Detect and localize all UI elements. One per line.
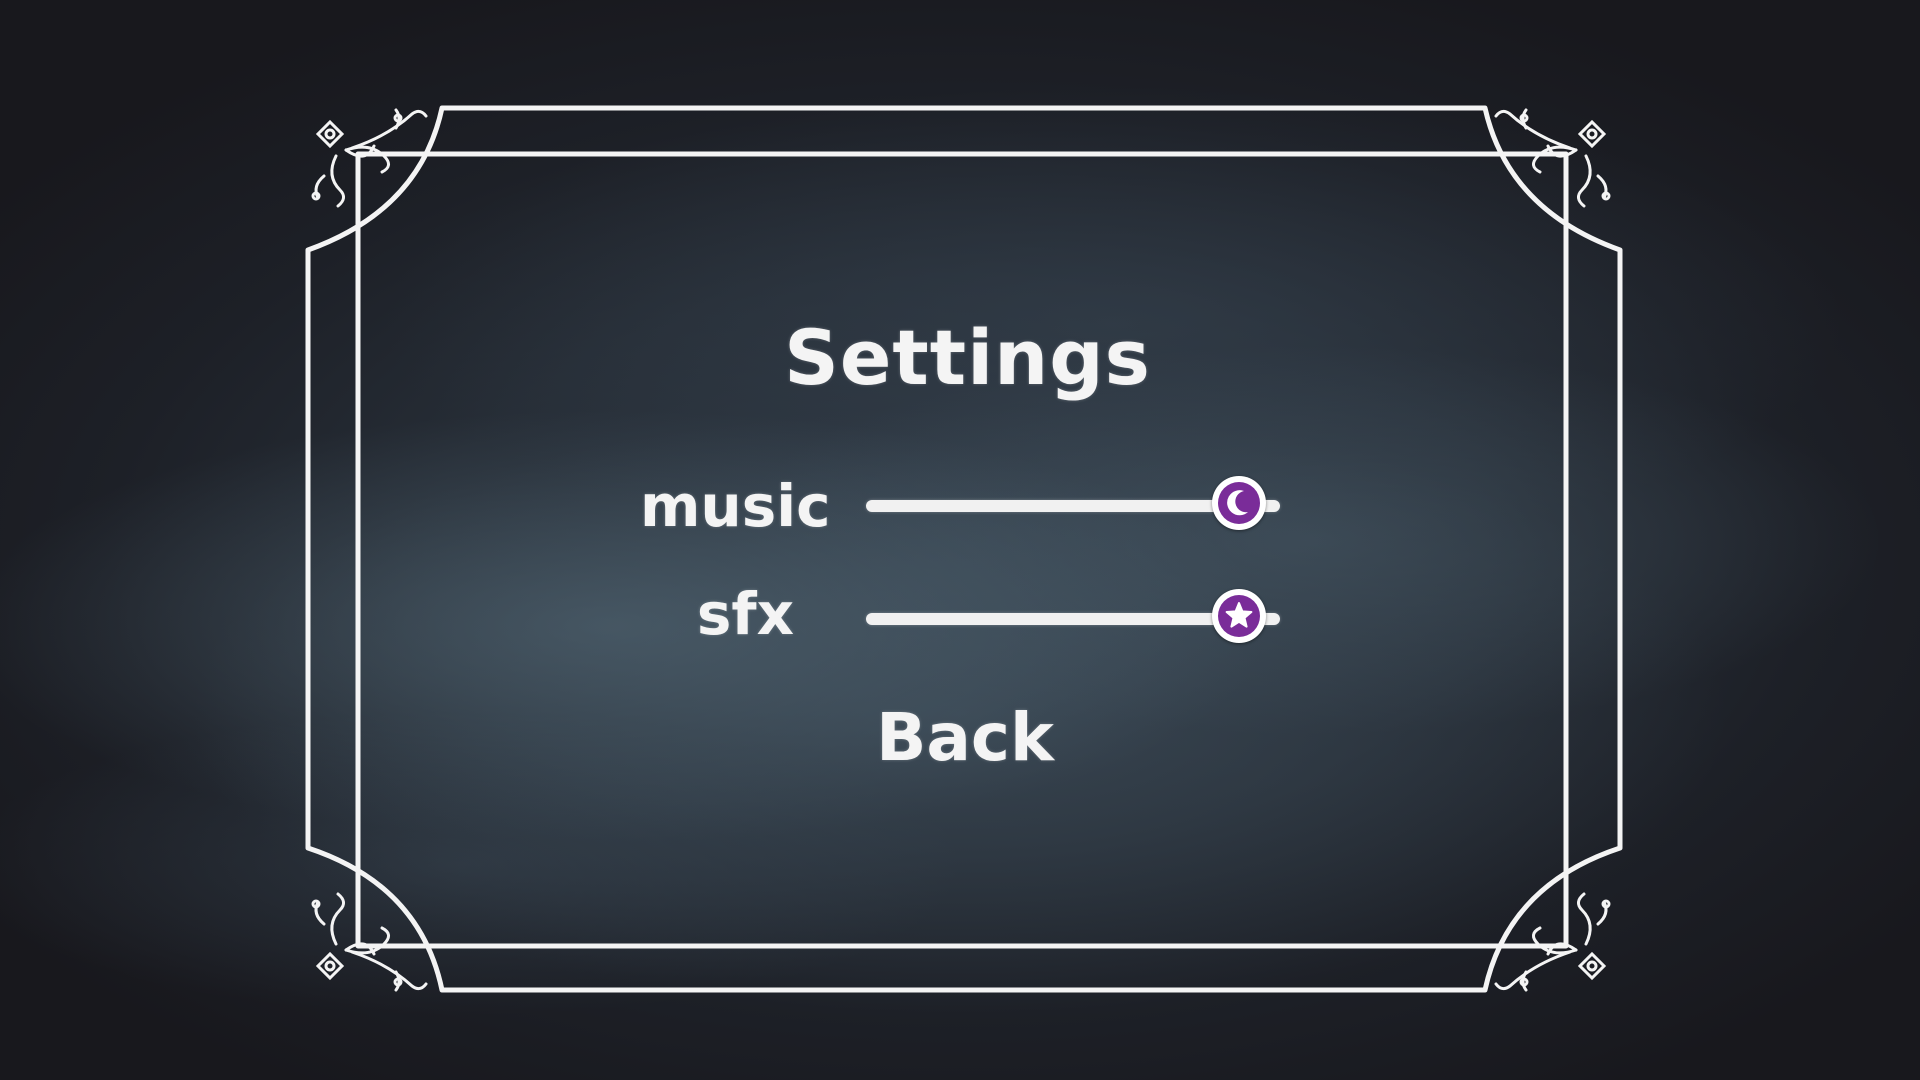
corner-ornament-top-left xyxy=(311,108,428,208)
back-button[interactable]: Back xyxy=(860,705,1070,771)
ornate-frame xyxy=(305,105,1623,993)
music-label: music xyxy=(640,472,831,540)
corner-ornament-top-right xyxy=(1494,108,1611,208)
sfx-label: sfx xyxy=(696,580,794,648)
music-volume-slider[interactable] xyxy=(866,476,1280,536)
corner-ornament-bottom-right xyxy=(1494,892,1611,992)
sfx-volume-slider[interactable] xyxy=(866,589,1280,649)
corner-ornament-bottom-left xyxy=(311,892,428,992)
moon-icon xyxy=(1227,490,1248,516)
music-slider-knob[interactable] xyxy=(1212,476,1266,530)
star-icon xyxy=(1225,602,1253,628)
sfx-slider-knob[interactable] xyxy=(1212,589,1266,643)
page-title: Settings xyxy=(784,313,1151,402)
settings-screen: Settings music sfx Back xyxy=(0,0,1920,1080)
